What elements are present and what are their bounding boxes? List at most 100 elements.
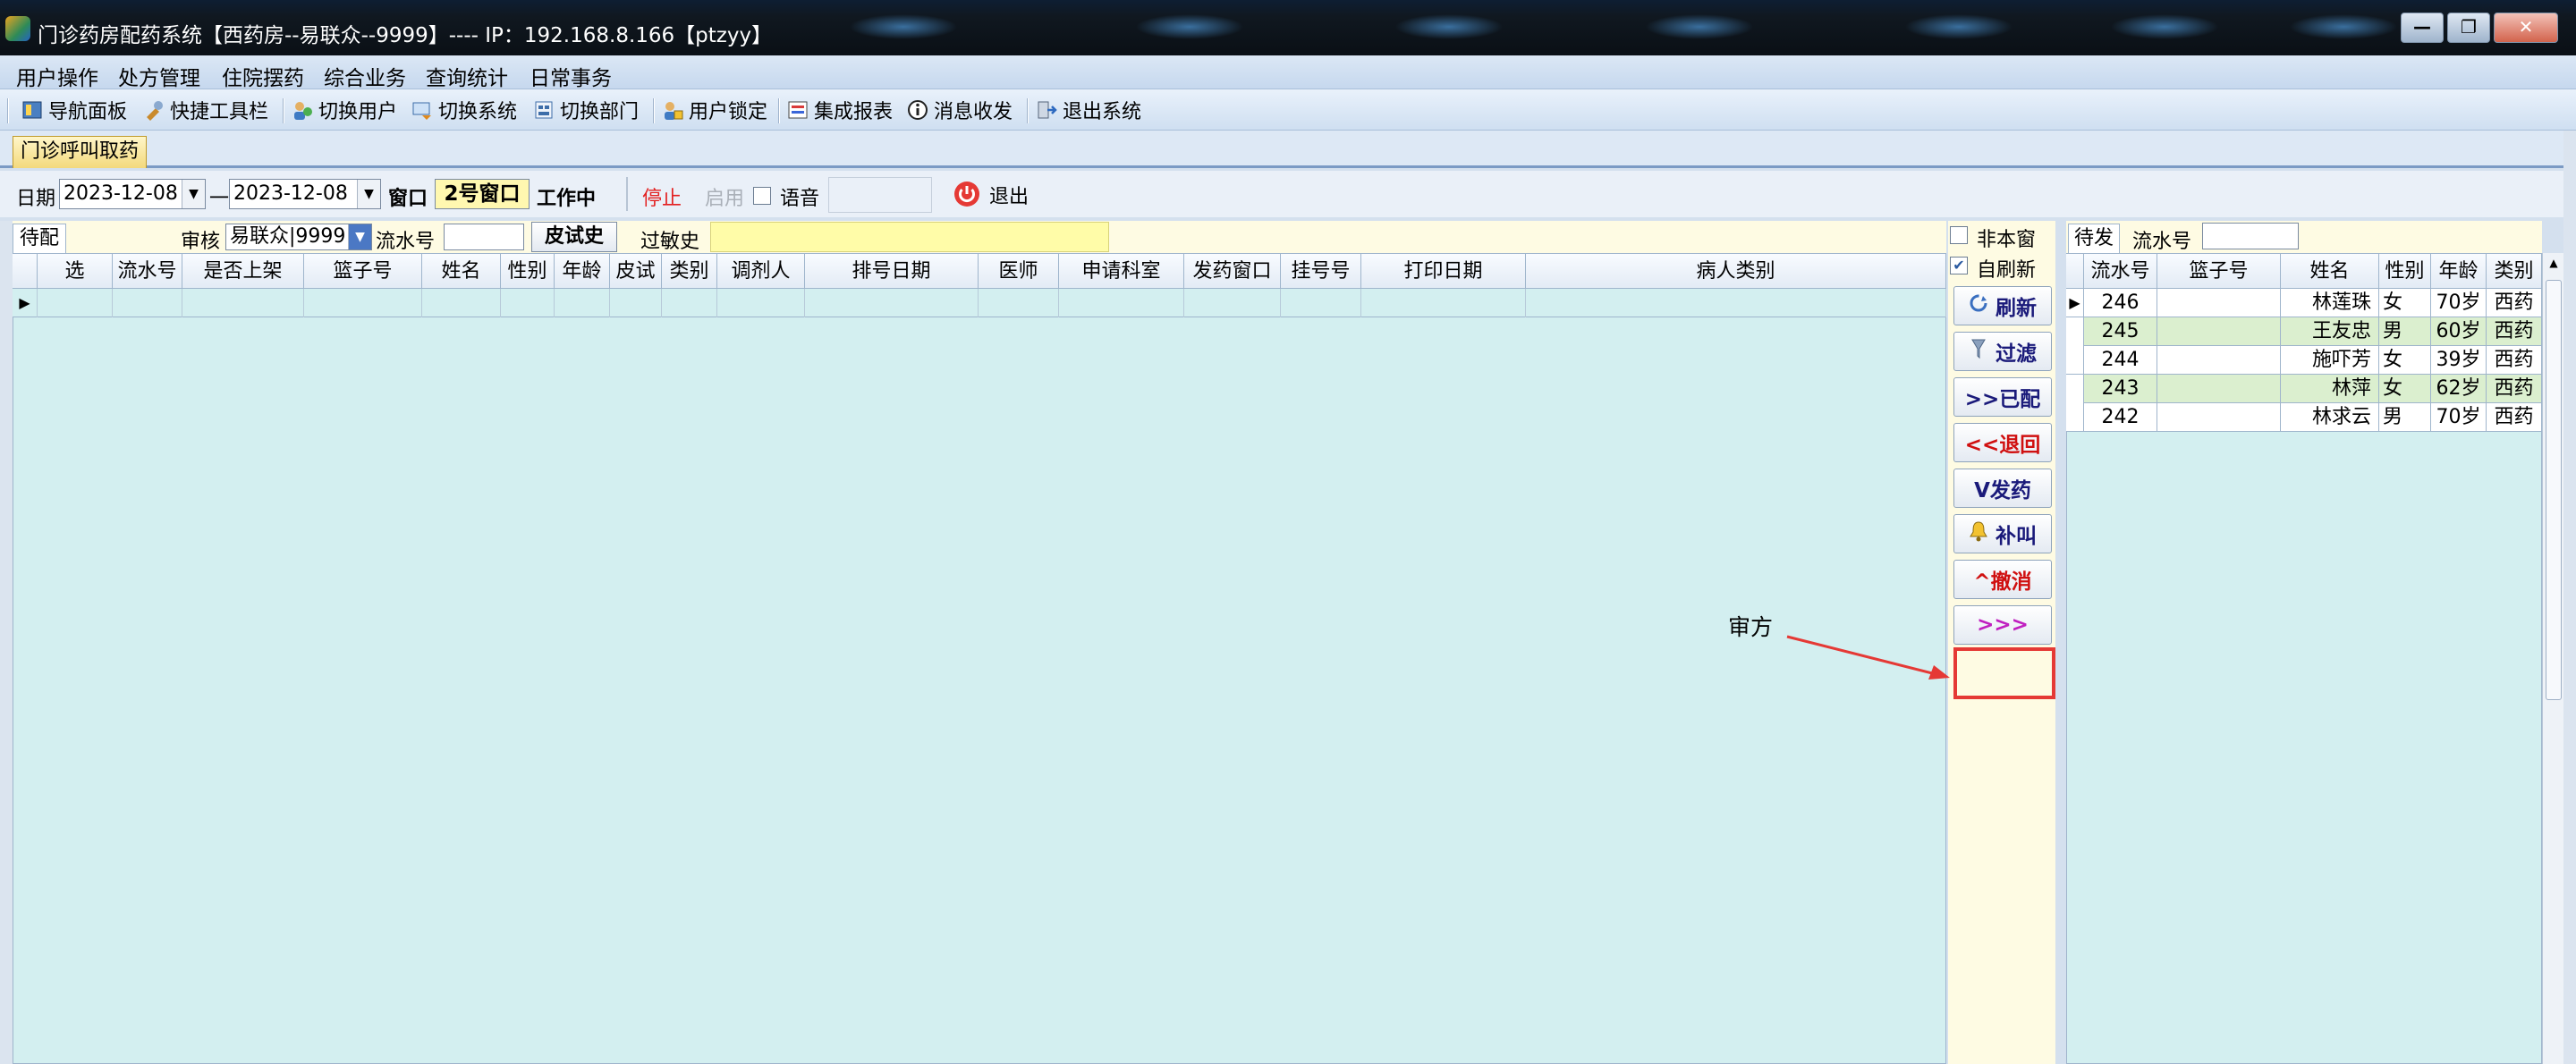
refresh-button[interactable]: 刷新 (1953, 286, 2052, 325)
date-to-picker[interactable]: 2023-12-08 ▼ (229, 179, 381, 209)
table-cell[interactable] (805, 289, 979, 317)
column-header[interactable]: 年龄 (555, 254, 610, 290)
toolbar-switch-department[interactable]: 切换部门 (533, 97, 639, 123)
return-button[interactable]: <<退回 (1953, 423, 2052, 462)
cell-age[interactable]: 70岁 (2431, 289, 2487, 317)
cell-basket[interactable] (2157, 346, 2281, 375)
menu-inpatient[interactable]: 住院摆药 (222, 61, 304, 91)
column-header[interactable]: 姓名 (2281, 254, 2379, 290)
tab-outpatient-call[interactable]: 门诊呼叫取药 (13, 136, 147, 168)
cell-gender[interactable]: 男 (2379, 317, 2431, 346)
scroll-up-icon[interactable]: ▲ (2545, 257, 2563, 274)
table-row[interactable]: 245 王友忠 男 60岁 西药 (2066, 317, 2542, 346)
minimize-button[interactable]: — (2401, 13, 2444, 43)
menu-user-ops[interactable]: 用户操作 (16, 61, 98, 91)
table-cell[interactable] (1281, 289, 1361, 317)
column-header[interactable]: 挂号号 (1281, 254, 1361, 290)
reviewer-select[interactable]: 易联众|9999 ▼ (225, 224, 372, 250)
right-serial-input[interactable] (2202, 223, 2299, 249)
cell-serial[interactable]: 244 (2084, 346, 2157, 375)
cell-serial[interactable]: 246 (2084, 289, 2157, 317)
cell-gender[interactable]: 女 (2379, 346, 2431, 375)
column-header[interactable]: 性别 (501, 254, 555, 290)
table-cell[interactable] (182, 289, 304, 317)
table-cell[interactable] (501, 289, 555, 317)
cell-serial[interactable]: 242 (2084, 403, 2157, 432)
auto-refresh-checkbox[interactable]: ✔ (1950, 254, 1968, 276)
cell-age[interactable]: 39岁 (2431, 346, 2487, 375)
dispensed-button[interactable]: >>已配 (1953, 377, 2052, 417)
cell-age[interactable]: 62岁 (2431, 375, 2487, 403)
table-cell[interactable] (1059, 289, 1184, 317)
column-header[interactable]: 病人类别 (1526, 254, 1946, 290)
stop-button[interactable]: 停止 (642, 182, 682, 211)
column-header[interactable]: 选 (38, 254, 113, 290)
table-cell[interactable] (1526, 289, 1946, 317)
dispense-medicine-button[interactable]: V发药 (1953, 469, 2052, 508)
serial-input[interactable] (444, 224, 524, 250)
table-row[interactable]: ▶ 246 林莲珠 女 70岁 西药 (2066, 289, 2542, 317)
column-header[interactable]: 医师 (979, 254, 1059, 290)
skin-test-history-button[interactable]: 皮试史 (531, 222, 617, 252)
table-row[interactable]: 244 施吓芳 女 39岁 西药 (2066, 346, 2542, 375)
tab-pending[interactable]: 待配 (13, 224, 66, 253)
menu-prescription[interactable]: 处方管理 (118, 61, 200, 91)
chevron-down-icon[interactable]: ▼ (182, 180, 205, 208)
chevron-down-icon[interactable]: ▼ (357, 180, 380, 208)
column-header[interactable]: 姓名 (422, 254, 501, 290)
column-header[interactable]: 流水号 (113, 254, 182, 290)
cell-basket[interactable] (2157, 375, 2281, 403)
cell-gender[interactable]: 女 (2379, 289, 2431, 317)
cell-serial[interactable]: 243 (2084, 375, 2157, 403)
table-cell[interactable] (555, 289, 610, 317)
cell-type[interactable]: 西药 (2487, 289, 2542, 317)
column-header[interactable]: 打印日期 (1361, 254, 1526, 290)
cell-name[interactable]: 王友忠 (2281, 317, 2379, 346)
menu-general[interactable]: 综合业务 (324, 61, 406, 91)
toolbar-switch-system[interactable]: 切换系统 (411, 97, 517, 123)
toolbar-messages[interactable]: 消息收发 (907, 97, 1013, 123)
cell-gender[interactable]: 女 (2379, 375, 2431, 403)
recall-button[interactable]: 补叫 (1953, 514, 2052, 553)
voice-field[interactable] (828, 177, 932, 213)
cell-basket[interactable] (2157, 317, 2281, 346)
cell-type[interactable]: 西药 (2487, 317, 2542, 346)
column-header[interactable]: 年龄 (2431, 254, 2487, 290)
column-header[interactable]: 性别 (2379, 254, 2431, 290)
cell-gender[interactable]: 男 (2379, 403, 2431, 432)
filter-button[interactable]: 过滤 (1953, 332, 2052, 371)
table-cell[interactable] (113, 289, 182, 317)
column-header[interactable]: 调剂人 (717, 254, 805, 290)
cell-basket[interactable] (2157, 289, 2281, 317)
column-header[interactable]: 是否上架 (182, 254, 304, 290)
toolbar-reports[interactable]: 集成报表 (787, 97, 893, 123)
window-number-field[interactable]: 2号窗口 (435, 179, 530, 209)
column-header[interactable]: 排号日期 (805, 254, 979, 290)
table-cell[interactable] (38, 289, 113, 317)
toolbar-navigation-panel[interactable]: 导航面板 (21, 97, 127, 123)
voice-checkbox[interactable] (753, 184, 771, 207)
menu-daily[interactable]: 日常事务 (530, 61, 612, 91)
not-this-window-checkbox[interactable] (1950, 224, 1968, 246)
table-cell[interactable] (610, 289, 662, 317)
cell-serial[interactable]: 245 (2084, 317, 2157, 346)
toolbar-user-lock[interactable]: 用户锁定 (662, 97, 767, 123)
power-icon[interactable] (953, 181, 980, 213)
table-row[interactable]: ▶ (13, 289, 1946, 317)
column-header[interactable]: 篮子号 (2157, 254, 2281, 290)
exit-button[interactable]: 退出 (989, 181, 1029, 209)
column-header[interactable]: 篮子号 (304, 254, 422, 290)
table-cell[interactable] (304, 289, 422, 317)
chevron-down-icon[interactable]: ▼ (348, 224, 371, 249)
close-button[interactable]: ✕ (2494, 13, 2558, 43)
column-header[interactable]: 类别 (2487, 254, 2542, 290)
cell-age[interactable]: 60岁 (2431, 317, 2487, 346)
date-from-picker[interactable]: 2023-12-08 ▼ (59, 179, 206, 209)
enable-button[interactable]: 启用 (705, 182, 744, 211)
table-cell[interactable] (662, 289, 717, 317)
cell-name[interactable]: 林求云 (2281, 403, 2379, 432)
table-cell[interactable] (1361, 289, 1526, 317)
toolbar-exit-system[interactable]: 退出系统 (1036, 97, 1141, 123)
cell-type[interactable]: 西药 (2487, 403, 2542, 432)
table-cell[interactable] (1184, 289, 1281, 317)
